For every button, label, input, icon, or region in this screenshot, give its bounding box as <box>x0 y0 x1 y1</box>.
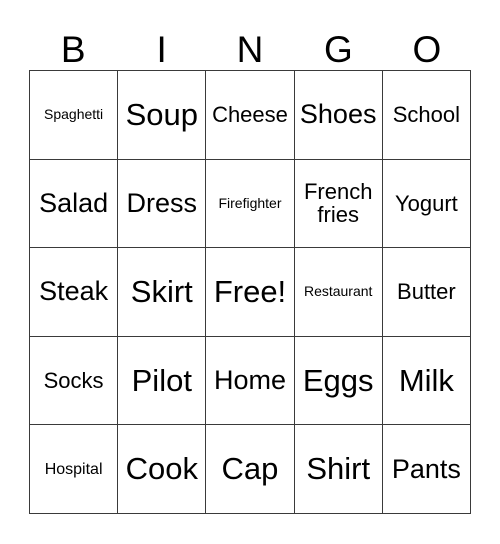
bingo-grid: Spaghetti Soup Cheese Shoes School Salad Dress… <box>29 70 471 514</box>
column-header-b: B <box>60 29 86 70</box>
bingo-cell-label: Restaurant <box>303 283 373 300</box>
bingo-cell[interactable]: Cheese <box>206 71 295 160</box>
bingo-cell[interactable]: Shoes <box>294 71 383 160</box>
bingo-cell[interactable]: Shirt <box>294 425 383 514</box>
bingo-cell-label: School <box>392 101 461 127</box>
bingo-cell-label: Cook <box>125 451 198 487</box>
bingo-cell-label: Free! <box>213 274 287 310</box>
bingo-cell-label: Hospital <box>44 460 103 478</box>
column-header-i: I <box>156 29 167 70</box>
bingo-cell[interactable]: Dress <box>118 159 207 249</box>
bingo-card: B I N G O Spaghetti Soup Cheese Shoes School… <box>0 0 500 544</box>
column-header-n: N <box>236 29 264 70</box>
bingo-header: B I N G O <box>29 22 471 70</box>
bingo-cell[interactable]: Salad <box>30 159 119 249</box>
bingo-cell[interactable]: School <box>382 71 471 160</box>
bingo-cell[interactable]: Cap <box>206 425 295 514</box>
bingo-cell[interactable]: Home <box>206 336 295 426</box>
column-header-o: O <box>412 29 442 70</box>
bingo-cell[interactable]: Butter <box>382 248 471 337</box>
bingo-cell-label: Yogurt <box>394 190 458 216</box>
bingo-cell[interactable]: Free! <box>206 248 295 337</box>
bingo-cell-label: Dress <box>126 187 198 218</box>
bingo-cell[interactable]: Pants <box>382 425 471 514</box>
bingo-cell[interactable]: Spaghetti <box>30 71 119 160</box>
bingo-cell-label: Butter <box>397 279 456 305</box>
column-header-g: G <box>324 29 353 70</box>
bingo-cell[interactable]: Pilot <box>118 336 207 426</box>
bingo-cell[interactable]: Steak <box>30 248 119 337</box>
bingo-cell[interactable]: Firefighter <box>206 159 295 249</box>
bingo-cell-label: Cheese <box>212 101 288 127</box>
bingo-cell-label: Socks <box>43 367 104 393</box>
bingo-cell-label: Cap <box>221 451 279 487</box>
bingo-cell-label: Skirt <box>130 274 193 310</box>
bingo-cell[interactable]: Eggs <box>294 336 383 426</box>
bingo-cell[interactable]: Yogurt <box>382 159 471 249</box>
bingo-cell[interactable]: Restaurant <box>294 248 383 337</box>
bingo-cell[interactable]: French fries <box>294 159 383 249</box>
bingo-cell-label: Eggs <box>302 362 374 398</box>
bingo-cell-label: Pilot <box>131 362 192 398</box>
bingo-cell-label: Salad <box>39 187 109 218</box>
bingo-cell-label: Pants <box>391 453 461 484</box>
bingo-cell[interactable]: Socks <box>30 336 119 426</box>
bingo-cell[interactable]: Soup <box>118 71 207 160</box>
bingo-cell-label: Soup <box>125 97 198 133</box>
bingo-cell-label: Home <box>213 365 286 396</box>
bingo-cell[interactable]: Cook <box>118 425 207 514</box>
bingo-cell-label: Steak <box>39 276 109 307</box>
bingo-cell[interactable]: Milk <box>382 336 471 426</box>
bingo-cell-label: Milk <box>398 362 454 398</box>
bingo-cell[interactable]: Skirt <box>118 248 207 337</box>
bingo-cell-label: Shoes <box>299 99 377 130</box>
bingo-cell[interactable]: Hospital <box>30 425 119 514</box>
bingo-cell-label: Shirt <box>306 451 371 487</box>
bingo-cell-label: French fries <box>303 178 373 228</box>
bingo-cell-label: Firefighter <box>218 194 282 211</box>
bingo-cell-label: Spaghetti <box>44 106 104 123</box>
